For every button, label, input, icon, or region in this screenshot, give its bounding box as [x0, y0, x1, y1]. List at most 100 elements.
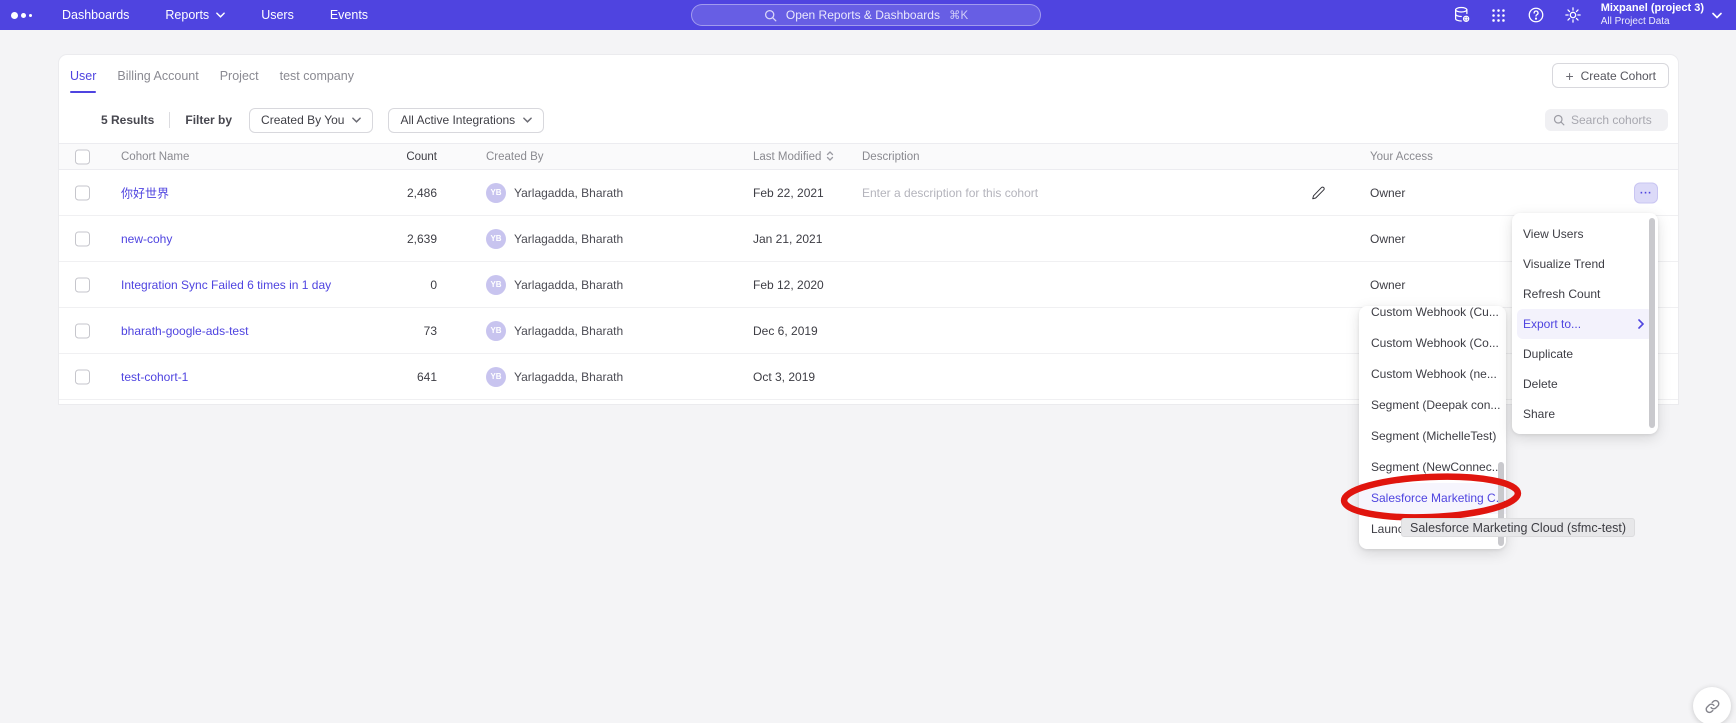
row-context-menu: View Users Visualize Trend Refresh Count…	[1512, 213, 1658, 434]
last-modified-cell: Feb 22, 2021	[753, 186, 824, 200]
avatar: YB	[486, 321, 506, 341]
tab-project[interactable]: Project	[220, 55, 259, 97]
select-all-checkbox[interactable]	[75, 149, 90, 164]
header-your-access: Your Access	[1370, 151, 1433, 163]
chevron-right-icon	[1638, 319, 1644, 329]
export-to-submenu: Custom Webhook (Cu... Custom Webhook (Co…	[1359, 306, 1506, 549]
project-selector[interactable]: Mixpanel (project 3) All Project Data	[1601, 2, 1722, 28]
cohort-count: 0	[317, 278, 437, 292]
nav-item-events[interactable]: Events	[330, 8, 368, 22]
search-cohorts-input[interactable]: Search cohorts	[1545, 109, 1668, 131]
creator-name: Yarlagadda, Bharath	[514, 232, 623, 246]
menu-item-export-to[interactable]: Export to...	[1517, 309, 1653, 339]
tab-user[interactable]: User	[70, 55, 96, 97]
cohort-count: 2,486	[317, 186, 437, 200]
submenu-item-segment-1[interactable]: Segment (Deepak con...	[1359, 390, 1506, 421]
header-count: Count	[317, 151, 437, 163]
filter-bar: 5 Results Filter by Created By You All A…	[59, 97, 1678, 143]
last-modified-cell: Jan 21, 2021	[753, 232, 822, 246]
row-checkbox[interactable]	[75, 231, 90, 246]
table-row: new-cohy 2,639 YB Yarlagadda, Bharath Ja…	[59, 216, 1678, 262]
menu-scrollbar[interactable]	[1649, 218, 1655, 428]
project-name: Mixpanel (project 3)	[1601, 2, 1704, 16]
created-by-cell: YB Yarlagadda, Bharath	[486, 367, 623, 387]
access-cell: Owner	[1370, 278, 1405, 292]
top-nav: Dashboards Reports Users Events Open Rep…	[0, 0, 1736, 30]
created-by-cell: YB Yarlagadda, Bharath	[486, 275, 623, 295]
row-checkbox[interactable]	[75, 277, 90, 292]
avatar: YB	[486, 367, 506, 387]
description-placeholder[interactable]: Enter a description for this cohort	[862, 186, 1038, 200]
sort-icon	[826, 151, 834, 161]
tab-billing-account[interactable]: Billing Account	[117, 55, 198, 97]
cohort-name-link[interactable]: test-cohort-1	[121, 370, 188, 384]
nav-item-reports[interactable]: Reports	[165, 8, 225, 22]
help-icon[interactable]	[1527, 6, 1545, 24]
cohort-name-link[interactable]: 你好世界	[121, 184, 169, 201]
created-by-cell: YB Yarlagadda, Bharath	[486, 321, 623, 341]
row-checkbox[interactable]	[75, 185, 90, 200]
header-created-by: Created By	[486, 151, 544, 163]
submenu-item-segment-3[interactable]: Segment (NewConnec...	[1359, 452, 1506, 483]
global-search-placeholder: Open Reports & Dashboards	[786, 8, 940, 22]
table-row: 你好世界 2,486 YB Yarlagadda, Bharath Feb 22…	[59, 170, 1678, 216]
nav-item-dashboards[interactable]: Dashboards	[62, 8, 129, 22]
data-management-icon[interactable]	[1453, 6, 1471, 24]
access-cell: Owner	[1370, 186, 1405, 200]
results-count: 5 Results	[101, 113, 154, 127]
row-checkbox[interactable]	[75, 369, 90, 384]
submenu-item-segment-2[interactable]: Segment (MichelleTest)	[1359, 421, 1506, 452]
menu-item-visualize-trend[interactable]: Visualize Trend	[1512, 249, 1658, 279]
table-row: Integration Sync Failed 6 times in 1 day…	[59, 262, 1678, 308]
settings-gear-icon[interactable]	[1564, 6, 1582, 24]
filter-by-label: Filter by	[185, 113, 232, 127]
global-search-bar[interactable]: Open Reports & Dashboards ⌘K	[691, 4, 1041, 26]
mixpanel-logo[interactable]	[11, 12, 32, 19]
header-cohort-name: Cohort Name	[121, 151, 189, 163]
header-last-modified[interactable]: Last Modified	[753, 151, 834, 163]
cohort-tabs: User Billing Account Project test compan…	[59, 55, 1678, 97]
edit-pencil-icon[interactable]	[1311, 185, 1326, 200]
cohort-count: 73	[317, 324, 437, 338]
menu-item-refresh-count[interactable]: Refresh Count	[1512, 279, 1658, 309]
menu-item-duplicate[interactable]: Duplicate	[1512, 339, 1658, 369]
cohort-count: 641	[317, 370, 437, 384]
table-header: Cohort Name Count Created By Last Modifi…	[59, 143, 1678, 170]
row-more-actions-button[interactable]: ...	[1634, 182, 1658, 203]
search-shortcut: ⌘K	[949, 8, 968, 22]
last-modified-cell: Feb 12, 2020	[753, 278, 824, 292]
created-by-cell: YB Yarlagadda, Bharath	[486, 183, 623, 203]
header-description: Description	[862, 151, 920, 163]
menu-item-delete[interactable]: Delete	[1512, 369, 1658, 399]
creator-name: Yarlagadda, Bharath	[514, 186, 623, 200]
chevron-down-icon	[352, 117, 361, 123]
avatar: YB	[486, 229, 506, 249]
search-icon	[1553, 114, 1565, 126]
menu-item-share[interactable]: Share	[1512, 399, 1658, 429]
creator-name: Yarlagadda, Bharath	[514, 324, 623, 338]
apps-grid-icon[interactable]	[1490, 6, 1508, 24]
submenu-item-salesforce-marketing-cloud[interactable]: Salesforce Marketing C...	[1359, 483, 1506, 514]
submenu-item-custom-webhook-3[interactable]: Custom Webhook (ne...	[1359, 359, 1506, 390]
menu-item-view-users[interactable]: View Users	[1512, 219, 1658, 249]
submenu-item-custom-webhook-2[interactable]: Custom Webhook (Co...	[1359, 328, 1506, 359]
chevron-down-icon	[216, 12, 225, 18]
tab-test-company[interactable]: test company	[280, 55, 354, 97]
cohort-name-link[interactable]: bharath-google-ads-test	[121, 324, 248, 338]
nav-item-users[interactable]: Users	[261, 8, 294, 22]
created-by-filter[interactable]: Created By You	[249, 108, 373, 133]
integrations-filter[interactable]: All Active Integrations	[388, 108, 544, 133]
primary-nav: Dashboards Reports Users Events	[62, 8, 368, 22]
chevron-down-icon	[523, 117, 532, 123]
cohort-name-link[interactable]: Integration Sync Failed 6 times in 1 day	[121, 278, 331, 292]
submenu-item-custom-webhook-1[interactable]: Custom Webhook (Cu...	[1359, 306, 1506, 328]
create-cohort-button[interactable]: + Create Cohort	[1552, 63, 1669, 88]
share-link-button[interactable]	[1693, 687, 1731, 723]
row-checkbox[interactable]	[75, 323, 90, 338]
cohort-name-link[interactable]: new-cohy	[121, 232, 172, 246]
search-cohorts-placeholder: Search cohorts	[1571, 113, 1652, 127]
created-by-cell: YB Yarlagadda, Bharath	[486, 229, 623, 249]
last-modified-cell: Dec 6, 2019	[753, 324, 818, 338]
export-target-tooltip: Salesforce Marketing Cloud (sfmc-test)	[1401, 518, 1635, 537]
avatar: YB	[486, 275, 506, 295]
